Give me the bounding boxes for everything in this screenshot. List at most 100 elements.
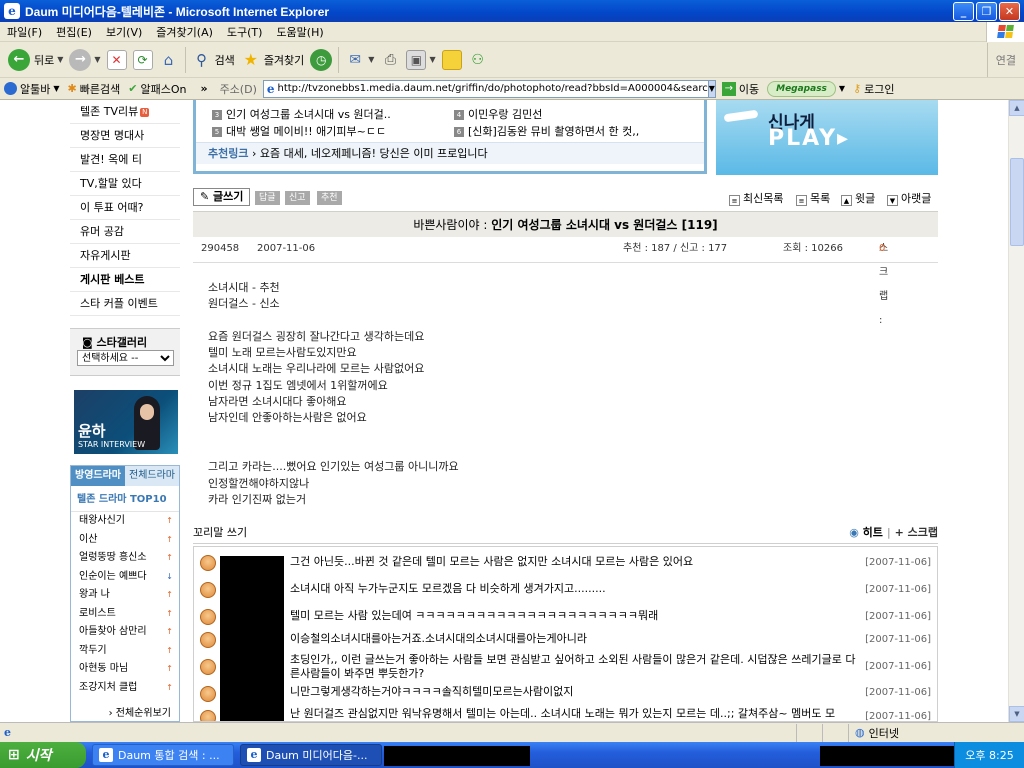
scroll-down-icon[interactable]: ▼ (1009, 706, 1024, 722)
messenger-button[interactable]: ⚇ (468, 50, 488, 70)
alttool-dropdown-icon[interactable]: ▼ (53, 84, 59, 93)
drama-row[interactable]: 조강지처 클럽 ↑ (71, 679, 179, 698)
nav-item-scenes[interactable]: 명장면 명대사 (70, 124, 180, 148)
nav-item-couple-event[interactable]: 스타 커플 이벤트 (70, 292, 180, 316)
nav-item-tv-talk[interactable]: TV,할말 있다 (70, 172, 180, 196)
edit-button[interactable]: ▣ ▼ (406, 49, 436, 70)
edit-dropdown-icon[interactable]: ▼ (429, 55, 435, 64)
trend-up-icon: ↑ (166, 553, 173, 562)
edit-icon: ▣ (406, 49, 427, 70)
drama-row[interactable]: 태왕사신기 ↑ (71, 512, 179, 531)
next-post-button[interactable]: ▼ 아랫글 (887, 190, 931, 206)
drama-row[interactable]: 이산 ↑ (71, 531, 179, 550)
drama-name: 아들찾아 삼만리 (79, 626, 147, 637)
address-input[interactable]: e http://tvzonebbs1.media.daum.net/griff… (262, 79, 716, 98)
post-author[interactable]: 바쁜사람이야 (413, 218, 479, 232)
post-line: 요즘 원더걸스 굉장히 잘나간다고 생각하는데요 (208, 329, 425, 343)
menu-help[interactable]: 도움말(H) (269, 24, 330, 40)
address-dropdown-icon[interactable]: ▼ (707, 80, 715, 97)
stop-button[interactable]: ✕ (106, 49, 127, 70)
alttool-link[interactable]: 알툴바 ▼ (4, 81, 60, 97)
comment-scrap-button[interactable]: + 스크랩 (895, 526, 938, 539)
back-button[interactable]: ← 뒤로 ▼ (8, 48, 63, 71)
history-button[interactable]: ◷ (310, 48, 333, 71)
go-button[interactable]: → 이동 (721, 81, 759, 97)
menu-favorites[interactable]: 즐겨찾기(A) (149, 24, 220, 40)
comment-write-link[interactable]: 꼬리말 쓰기 (193, 524, 247, 540)
print-button[interactable]: ⎙ (380, 50, 400, 70)
prev-post-button[interactable]: ▲ 윗글 (841, 190, 875, 206)
hot-post-link[interactable]: 5 대박 쌩얼 메이비!! 애기피부~ㄷㄷ (212, 123, 386, 139)
menu-file[interactable]: 파일(F) (0, 24, 49, 40)
nav-item-vote[interactable]: 이 투표 어때? (70, 196, 180, 220)
list-icon: ≡ (796, 195, 807, 206)
tab-airing-drama[interactable]: 방영드라마 (71, 466, 125, 486)
star-gallery-select[interactable]: 선택하세요 -- (77, 350, 174, 366)
drama-row[interactable]: 인순이는 예쁘다 ↓ (71, 568, 179, 587)
megapass-dropdown-icon[interactable]: ▼ (839, 84, 845, 93)
system-tray-clock[interactable]: 오후 8:25 (954, 742, 1024, 768)
vertical-scrollbar[interactable]: ▲ ▼ (1008, 100, 1024, 722)
recommend-link-bar[interactable]: 추천링크 › 요즘 대세, 네오제페니즘! 당신은 이미 프로입니다 (196, 142, 704, 164)
nav-item-free-board[interactable]: 자유게시판 (70, 244, 180, 268)
nav-item-tv-review[interactable]: 텔존 TV리뷰 N (70, 100, 180, 124)
mail-button[interactable]: ✉ ▼ (345, 50, 374, 70)
taskbar-button-daum-search[interactable]: e Daum 통합 검색 : ... (92, 744, 234, 766)
home-button[interactable]: ⌂ (159, 50, 179, 70)
start-button[interactable]: ⊞ 시작 (0, 742, 86, 768)
more-links-chevron-icon[interactable]: » (200, 82, 207, 95)
toolbar-separator (338, 46, 340, 73)
back-dropdown-icon[interactable]: ▼ (57, 55, 63, 64)
recommend-button[interactable]: 추천 (317, 191, 342, 205)
post-title-bar: 바쁜사람이야 : 인기 여성그룹 소녀시대 vs 원더걸스 [119] (193, 211, 938, 237)
quicksearch-link[interactable]: ✱ 빠른검색 (68, 81, 121, 97)
menu-edit[interactable]: 편집(E) (49, 24, 99, 40)
drama-row[interactable]: 아현동 마님 ↑ (71, 660, 179, 679)
minimize-button[interactable]: _ (953, 1, 974, 21)
drama-top10-title[interactable]: 텔존 드라마 TOP10 (71, 486, 179, 512)
full-ranking-link[interactable]: › 전체순위보기 (109, 704, 171, 719)
hot-post-link[interactable]: 4 이민우랑 김민선 (454, 106, 542, 122)
megapass-button[interactable]: Megapass (767, 80, 836, 97)
report-button[interactable]: 신고 (285, 191, 310, 205)
menu-tools[interactable]: 도구(T) (220, 24, 270, 40)
drama-row[interactable]: 왕과 나 ↑ (71, 586, 179, 605)
hot-post-link[interactable]: 3 인기 여성그룹 소녀시대 vs 원더걸.. (212, 106, 391, 122)
nav-item-board-best[interactable]: 게시판 베스트 (70, 268, 180, 292)
hot-post-link[interactable]: 6 [신화]김동완 뮤비 촬영하면서 한 컷,, (454, 123, 639, 139)
login-link[interactable]: ⚷ 로그인 (853, 81, 894, 97)
reply-button[interactable]: 답글 (255, 191, 280, 205)
forward-button[interactable]: → ▼ (69, 48, 101, 71)
drama-row[interactable]: 아들찾아 삼만리 ↑ (71, 623, 179, 642)
star-interview-banner[interactable]: 윤하 STAR INTERVIEW (74, 390, 178, 454)
write-button[interactable]: ✎ 글쓰기 (193, 188, 251, 206)
scroll-up-icon[interactable]: ▲ (1009, 100, 1024, 116)
latest-list-button[interactable]: ≡ 최신목록 (729, 190, 783, 206)
star-gallery-label: 스타갤러리 (96, 336, 148, 349)
alpass-link[interactable]: ✔ 알패스On (128, 81, 186, 97)
drama-row[interactable]: 로비스트 ↑ (71, 605, 179, 624)
note-button[interactable] (441, 49, 462, 70)
drama-row[interactable]: 깍두기 ↑ (71, 642, 179, 661)
login-label: 로그인 (864, 82, 895, 96)
drama-name: 태왕사신기 (79, 515, 125, 526)
close-button[interactable]: ✕ (999, 1, 1020, 21)
maximize-button[interactable]: ❐ (976, 1, 997, 21)
list-button[interactable]: ≡ 목록 (796, 190, 830, 206)
refresh-button[interactable]: ⟳ (132, 49, 153, 70)
scroll-thumb[interactable] (1010, 158, 1024, 246)
taskbar: ⊞ 시작 e Daum 통합 검색 : ... e Daum 미디어다음-... 오후… (0, 742, 1024, 768)
forward-dropdown-icon[interactable]: ▼ (94, 55, 100, 64)
nav-item-humor[interactable]: 유머 공감 (70, 220, 180, 244)
hit-button[interactable]: ◉ 히트 (849, 526, 883, 539)
drama-row[interactable]: 얼렁뚱땅 흥신소 ↑ (71, 549, 179, 568)
tab-all-drama[interactable]: 전체드라마 (125, 466, 179, 486)
mail-dropdown-icon[interactable]: ▼ (368, 55, 374, 64)
favorites-button[interactable]: ★ 즐겨찾기 (241, 50, 305, 70)
nav-item-bloopers[interactable]: 발견! 옥에 티 (70, 148, 180, 172)
next-post-label: 아랫글 (901, 192, 932, 205)
play-banner-ad[interactable]: 신나게 PLAY▸ (716, 100, 938, 175)
taskbar-button-daum-media[interactable]: e Daum 미디어다음-... (240, 744, 382, 766)
search-button[interactable]: ⚲ 검색 (192, 50, 235, 70)
menu-view[interactable]: 보기(V) (99, 24, 149, 40)
